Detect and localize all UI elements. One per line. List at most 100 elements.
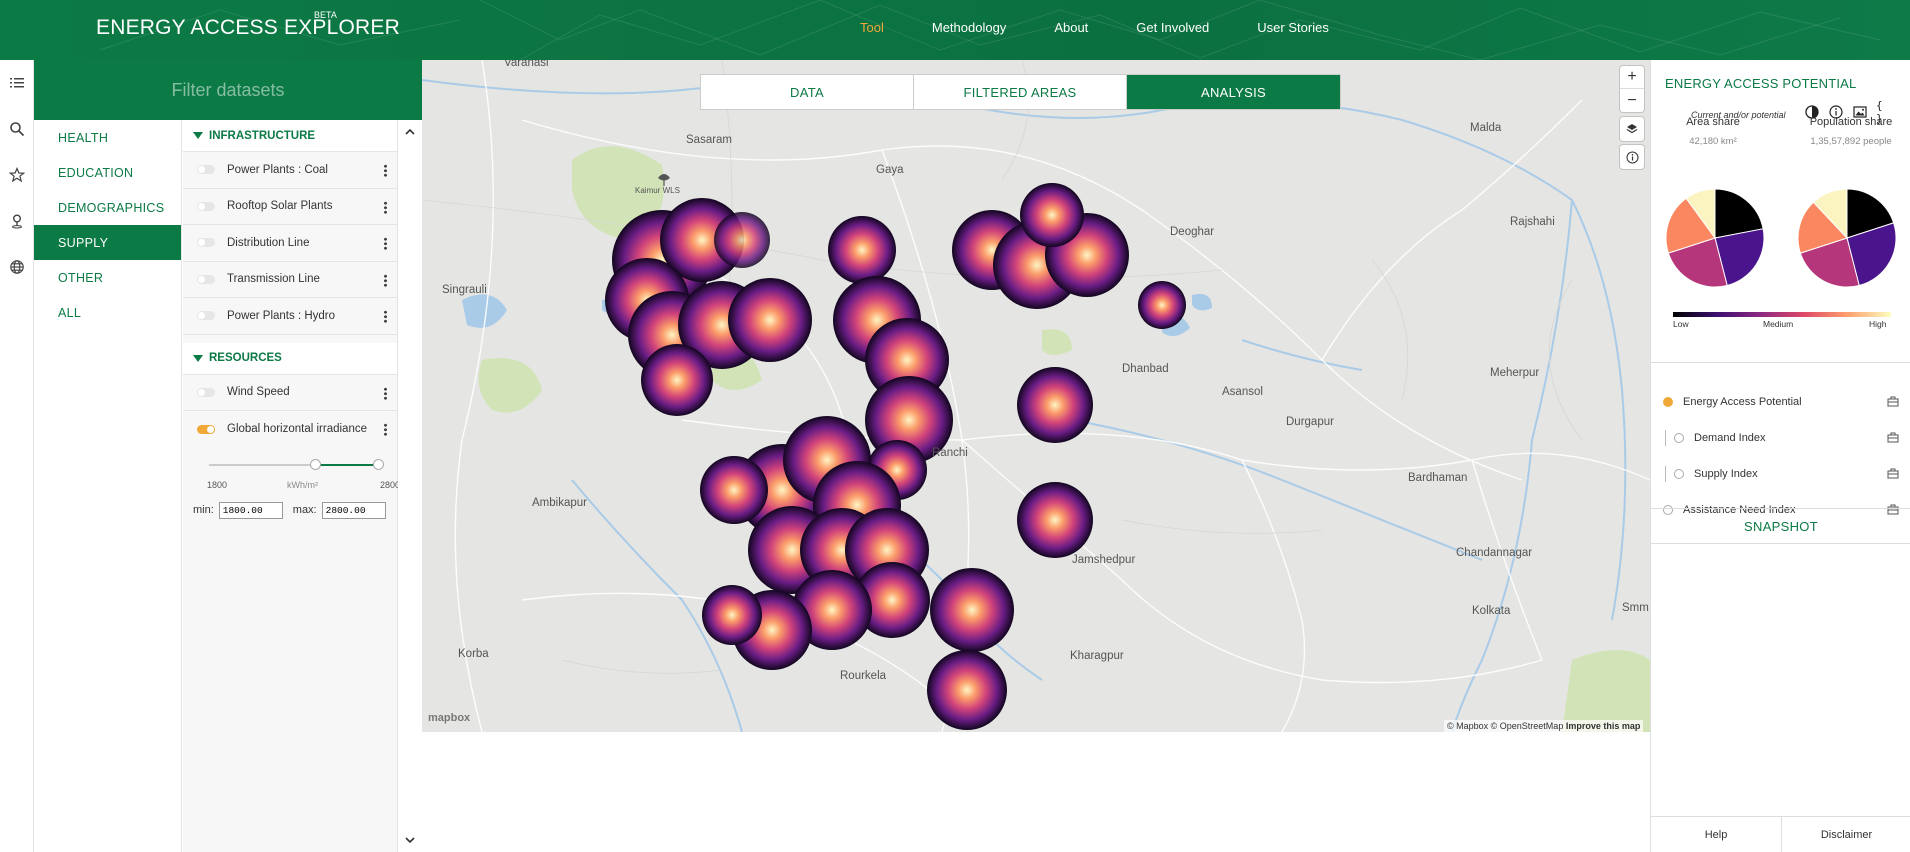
kebab-menu-icon[interactable] — [384, 237, 387, 250]
nav-tool[interactable]: Tool — [860, 20, 884, 35]
brand-title[interactable]: ENERGY ACCESS EXPLORER — [96, 16, 400, 40]
collapse-triangle-icon — [193, 354, 203, 362]
population-share-title: Population share — [1809, 116, 1893, 128]
map-info-button[interactable] — [1620, 145, 1644, 169]
kebab-menu-icon[interactable] — [384, 386, 387, 400]
area-share-title: Area share — [1686, 116, 1740, 128]
legend-medium-label: Medium — [1763, 319, 1794, 329]
map-label-bardhaman: Bardhaman — [1408, 472, 1468, 484]
kebab-menu-icon[interactable] — [384, 310, 387, 323]
chevron-down-icon[interactable] — [404, 834, 416, 846]
analysis-panel: ENERGY ACCESS POTENTIAL Current and/or p… — [1650, 60, 1910, 852]
map-label-malda: Malda — [1470, 122, 1502, 134]
map-label-sasaram: Sasaram — [686, 134, 733, 146]
range-min-input[interactable] — [218, 501, 283, 519]
group-infrastructure-header[interactable]: INFRASTRUCTURE — [183, 120, 397, 152]
index-radio[interactable] — [1674, 433, 1684, 443]
map-label-ambikapur: Ambikapur — [532, 497, 587, 509]
category-demographics[interactable]: DEMOGRAPHICS — [34, 190, 181, 225]
map-label-rourkela: Rourkela — [840, 670, 887, 682]
nav-methodology[interactable]: Methodology — [932, 20, 1006, 35]
briefcase-icon[interactable] — [1887, 396, 1899, 407]
basemap — [422, 60, 1650, 732]
filter-datasets-input[interactable] — [108, 75, 348, 105]
category-health[interactable]: HEALTH — [34, 120, 181, 155]
range-max-input[interactable] — [321, 501, 386, 519]
index-supply[interactable]: Supply Index — [1651, 456, 1910, 492]
kebab-menu-icon[interactable] — [384, 423, 387, 436]
chevron-up-icon[interactable] — [404, 126, 416, 138]
briefcase-icon[interactable] — [1887, 468, 1899, 479]
attribution-text[interactable]: © Mapbox © OpenStreetMap — [1447, 721, 1563, 731]
legend-low-label: Low — [1673, 319, 1689, 329]
category-other[interactable]: OTHER — [34, 260, 181, 295]
layer-toggle[interactable] — [197, 201, 215, 211]
layer-toggle[interactable] — [197, 311, 215, 321]
category-supply[interactable]: SUPPLY — [34, 225, 181, 260]
nav-about[interactable]: About — [1054, 20, 1088, 35]
category-list: HEALTH EDUCATION DEMOGRAPHICS SUPPLY OTH… — [34, 120, 182, 852]
improve-map-link[interactable]: Improve this map — [1566, 721, 1641, 731]
map-label-korba: Korba — [458, 648, 489, 660]
index-demand[interactable]: Demand Index — [1651, 420, 1910, 456]
beta-badge: BETA — [314, 10, 337, 20]
layers-button[interactable] — [1620, 117, 1644, 141]
range-slider-min-handle[interactable] — [310, 458, 321, 470]
globe-icon[interactable] — [0, 244, 34, 290]
map-label-kolkata: Kolkata — [1472, 605, 1511, 617]
index-radio[interactable] — [1663, 397, 1673, 407]
map-canvas[interactable]: Varanasi Sasaram Gaya Kaimur WLS Singrau… — [422, 60, 1650, 732]
tree-connector — [1665, 430, 1666, 446]
group-infrastructure-title: INFRASTRUCTURE — [209, 129, 316, 142]
tab-filtered-areas[interactable]: FILTERED AREAS — [914, 75, 1127, 109]
tree-connector — [1665, 466, 1666, 482]
group-resources-header[interactable]: RESOURCES — [183, 342, 397, 375]
tab-analysis[interactable]: ANALYSIS — [1127, 75, 1340, 109]
map-label-deoghar: Deoghar — [1170, 226, 1215, 238]
index-label: Supply Index — [1694, 468, 1758, 480]
filter-header — [34, 60, 422, 120]
zoom-in-button[interactable]: + — [1620, 66, 1644, 89]
map-label-varanasi: Varanasi — [504, 60, 549, 69]
range-inputs: min: max: — [193, 501, 396, 519]
star-icon[interactable] — [0, 152, 34, 198]
layer-global-horizontal-irradiance: Global horizontal irradiance — [183, 411, 397, 448]
category-all[interactable]: ALL — [34, 295, 181, 330]
layer-toggle[interactable] — [197, 424, 215, 434]
nav-user-stories[interactable]: User Stories — [1257, 20, 1329, 35]
help-button[interactable]: Help — [1651, 816, 1781, 852]
disclaimer-button[interactable]: Disclaimer — [1781, 816, 1910, 852]
layer-label: Transmission Line — [227, 273, 320, 286]
dataset-layer-list: INFRASTRUCTURE Power Plants : Coal Rooft… — [183, 120, 400, 852]
layer-toggle[interactable] — [197, 387, 215, 397]
location-pin-icon[interactable] — [0, 198, 34, 244]
layer-list-scrollbar[interactable] — [398, 120, 422, 852]
group-resources-title: RESOURCES — [209, 352, 282, 364]
layer-toggle[interactable] — [197, 238, 215, 248]
mapbox-logo[interactable]: mapbox — [428, 712, 470, 724]
map-label-chandannagar: Chandannagar — [1456, 547, 1533, 559]
category-education[interactable]: EDUCATION — [34, 155, 181, 190]
kebab-menu-icon[interactable] — [384, 200, 387, 214]
layer-label: Power Plants : Hydro — [227, 309, 336, 322]
index-radio[interactable] — [1674, 469, 1684, 479]
map-tabs: DATA FILTERED AREAS ANALYSIS — [700, 74, 1341, 110]
collapse-triangle-icon — [193, 132, 203, 139]
layer-toggle[interactable] — [197, 274, 215, 284]
zoom-out-button[interactable]: − — [1620, 89, 1644, 112]
kebab-menu-icon[interactable] — [384, 273, 387, 287]
briefcase-icon[interactable] — [1887, 432, 1899, 443]
tab-data[interactable]: DATA — [701, 75, 914, 109]
index-label: Demand Index — [1694, 432, 1766, 444]
population-share-value: 1,35,57,892 people — [1810, 136, 1892, 147]
index-energy-access-potential[interactable]: Energy Access Potential — [1651, 384, 1910, 420]
layer-toggle[interactable] — [197, 165, 215, 175]
area-share-value: 42,180 km² — [1689, 136, 1737, 147]
range-slider-max-handle[interactable] — [373, 458, 384, 470]
kebab-menu-icon[interactable] — [384, 164, 387, 177]
range-slider-fill — [315, 463, 379, 466]
nav-get-involved[interactable]: Get Involved — [1136, 20, 1209, 35]
snapshot-button[interactable]: SNAPSHOT — [1651, 508, 1910, 544]
list-icon[interactable] — [0, 60, 34, 106]
search-icon[interactable] — [0, 106, 34, 152]
